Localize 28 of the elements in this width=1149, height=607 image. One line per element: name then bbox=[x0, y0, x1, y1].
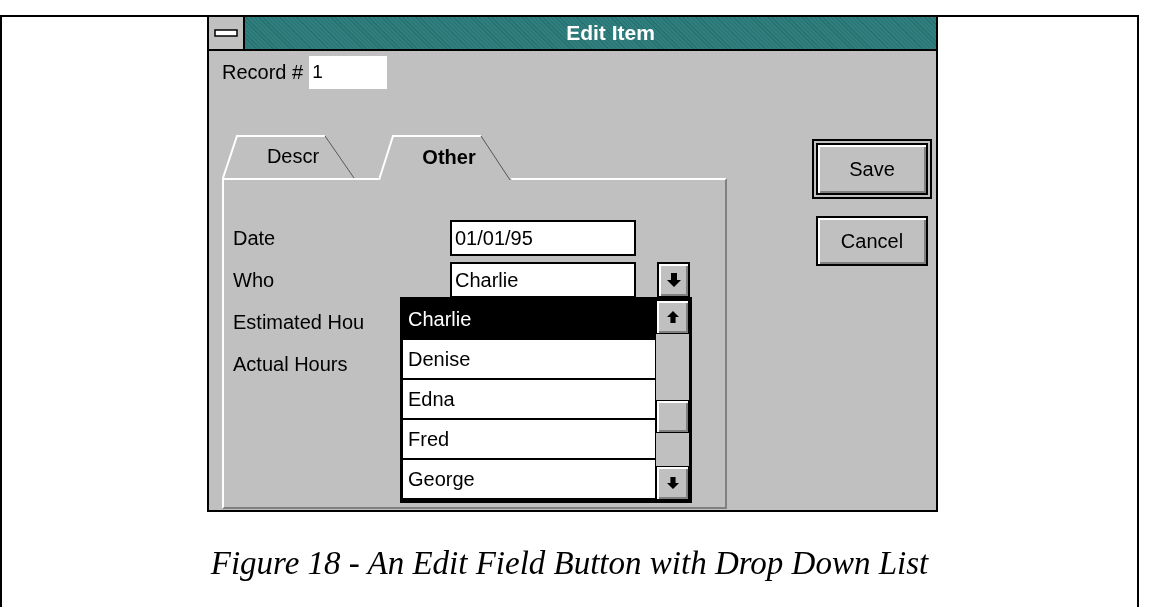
record-label: Record # bbox=[222, 60, 304, 84]
window-title: Edit Item bbox=[565, 21, 656, 45]
minus-bar-icon bbox=[214, 29, 238, 37]
scroll-up-button[interactable] bbox=[656, 300, 689, 334]
scroll-down-button[interactable] bbox=[656, 466, 689, 500]
dialog-button[interactable]: Cancel bbox=[816, 216, 928, 266]
figure-caption: Figure 18 - An Edit Field Button with Drop Down List bbox=[209, 545, 930, 582]
down-arrow-icon bbox=[666, 272, 681, 288]
date-field[interactable]: 01/01/95 bbox=[450, 220, 636, 256]
field-label: Actual Hours bbox=[233, 352, 348, 375]
list-item[interactable]: George bbox=[403, 460, 656, 498]
up-arrow-icon bbox=[666, 310, 679, 324]
field-label: Date bbox=[233, 226, 276, 249]
scrollbar[interactable] bbox=[656, 300, 689, 500]
field-label: Estimated Hou bbox=[233, 310, 365, 333]
list-item[interactable]: Denise bbox=[403, 340, 656, 378]
dialog-button[interactable]: Save bbox=[812, 139, 932, 199]
scroll-thumb[interactable] bbox=[656, 400, 689, 433]
list-item[interactable]: Fred bbox=[403, 420, 656, 458]
system-menu-button[interactable] bbox=[209, 17, 245, 49]
tab[interactable]: Descr bbox=[222, 135, 356, 178]
list-item[interactable]: Edna bbox=[403, 380, 656, 418]
combo-field[interactable]: Charlie bbox=[450, 262, 636, 298]
record-field[interactable]: 1 bbox=[309, 55, 388, 89]
field-label: Who bbox=[233, 268, 275, 291]
dropdown-button[interactable] bbox=[657, 262, 690, 298]
down-arrow-icon bbox=[666, 476, 679, 490]
tab[interactable]: Other bbox=[378, 135, 512, 180]
